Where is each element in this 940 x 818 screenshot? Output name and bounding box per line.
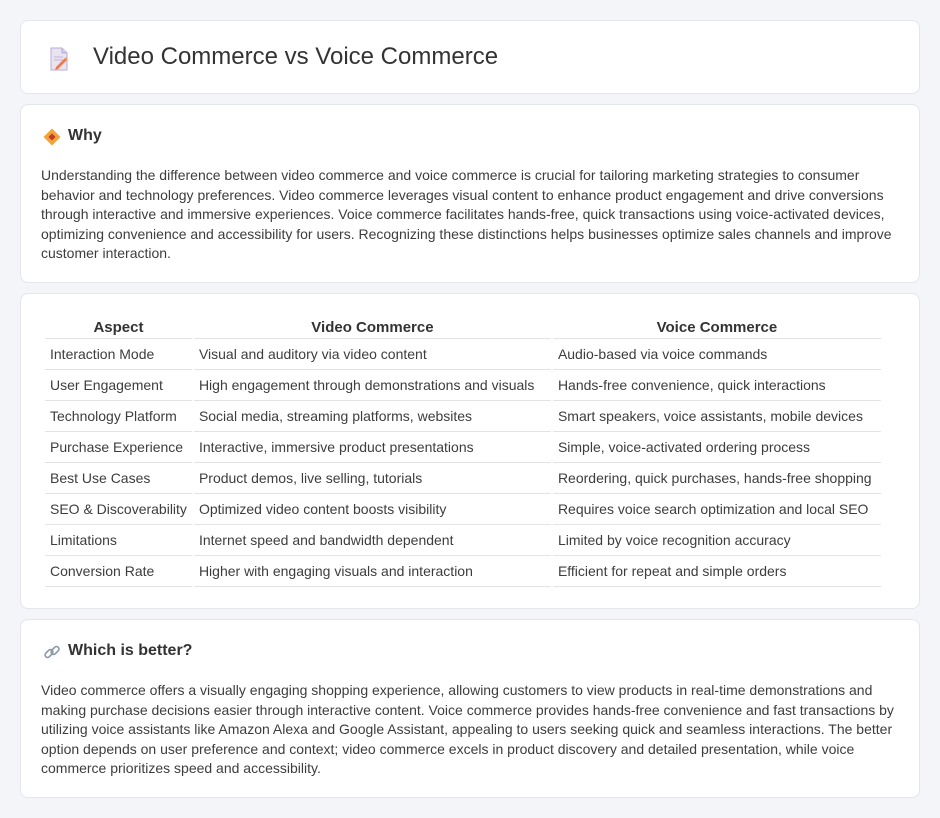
table-cell: Purchase Experience <box>45 432 192 463</box>
table-cell: Best Use Cases <box>45 463 192 494</box>
table-cell: Reordering, quick purchases, hands-free … <box>552 463 881 494</box>
table-row: User Engagement High engagement through … <box>45 370 881 401</box>
table-cell: Limited by voice recognition accuracy <box>552 525 881 556</box>
table-cell: Product demos, live selling, tutorials <box>193 463 551 494</box>
table-cell: SEO & Discoverability <box>45 494 192 525</box>
column-header-voice-commerce: Voice Commerce <box>552 316 881 339</box>
table-cell: Limitations <box>45 525 192 556</box>
which-is-better-section: Which is better? Video commerce offers a… <box>20 619 920 798</box>
table-row: Interaction Mode Visual and auditory via… <box>45 339 881 370</box>
table-cell: Interaction Mode <box>45 339 192 370</box>
table-row: Technology Platform Social media, stream… <box>45 401 881 432</box>
table-row: SEO & Discoverability Optimized video co… <box>45 494 881 525</box>
table-cell: Internet speed and bandwidth dependent <box>193 525 551 556</box>
table-cell: Simple, voice-activated ordering process <box>552 432 881 463</box>
page-title: Video Commerce vs Voice Commerce <box>93 43 499 70</box>
table-cell: Smart speakers, voice assistants, mobile… <box>552 401 881 432</box>
table-cell: Audio-based via voice commands <box>552 339 881 370</box>
comparison-table: Aspect Video Commerce Voice Commerce Int… <box>43 316 883 587</box>
header-card: Video Commerce vs Voice Commerce <box>20 20 920 94</box>
table-row: Purchase Experience Interactive, immersi… <box>45 432 881 463</box>
table-cell: Efficient for repeat and simple orders <box>552 556 881 587</box>
table-row: Limitations Internet speed and bandwidth… <box>45 525 881 556</box>
table-cell: Hands-free convenience, quick interactio… <box>552 370 881 401</box>
table-cell: Visual and auditory via video content <box>193 339 551 370</box>
table-cell: Optimized video content boosts visibilit… <box>193 494 551 525</box>
table-header-row: Aspect Video Commerce Voice Commerce <box>45 316 881 339</box>
table-cell: Technology Platform <box>45 401 192 432</box>
why-section: Why Understanding the difference between… <box>20 104 920 283</box>
table-cell: Higher with engaging visuals and interac… <box>193 556 551 587</box>
table-cell: High engagement through demonstrations a… <box>193 370 551 401</box>
comparison-section: Aspect Video Commerce Voice Commerce Int… <box>20 293 920 609</box>
table-cell: Social media, streaming platforms, websi… <box>193 401 551 432</box>
better-heading-label: Which is better? <box>68 642 193 659</box>
table-row: Best Use Cases Product demos, live selli… <box>45 463 881 494</box>
why-heading-label: Why <box>68 127 102 144</box>
why-text: Understanding the difference between vid… <box>41 167 892 262</box>
table-row: Conversion Rate Higher with engaging vis… <box>45 556 881 587</box>
document-pencil-icon <box>50 47 68 71</box>
table-cell: Requires voice search optimization and l… <box>552 494 881 525</box>
link-icon <box>44 645 60 659</box>
table-cell: Interactive, immersive product presentat… <box>193 432 551 463</box>
diamond-sign-icon <box>43 128 61 146</box>
table-cell: User Engagement <box>45 370 192 401</box>
column-header-video-commerce: Video Commerce <box>193 316 551 339</box>
table-cell: Conversion Rate <box>45 556 192 587</box>
better-text: Video commerce offers a visually engagin… <box>41 682 894 777</box>
column-header-aspect: Aspect <box>45 316 192 339</box>
